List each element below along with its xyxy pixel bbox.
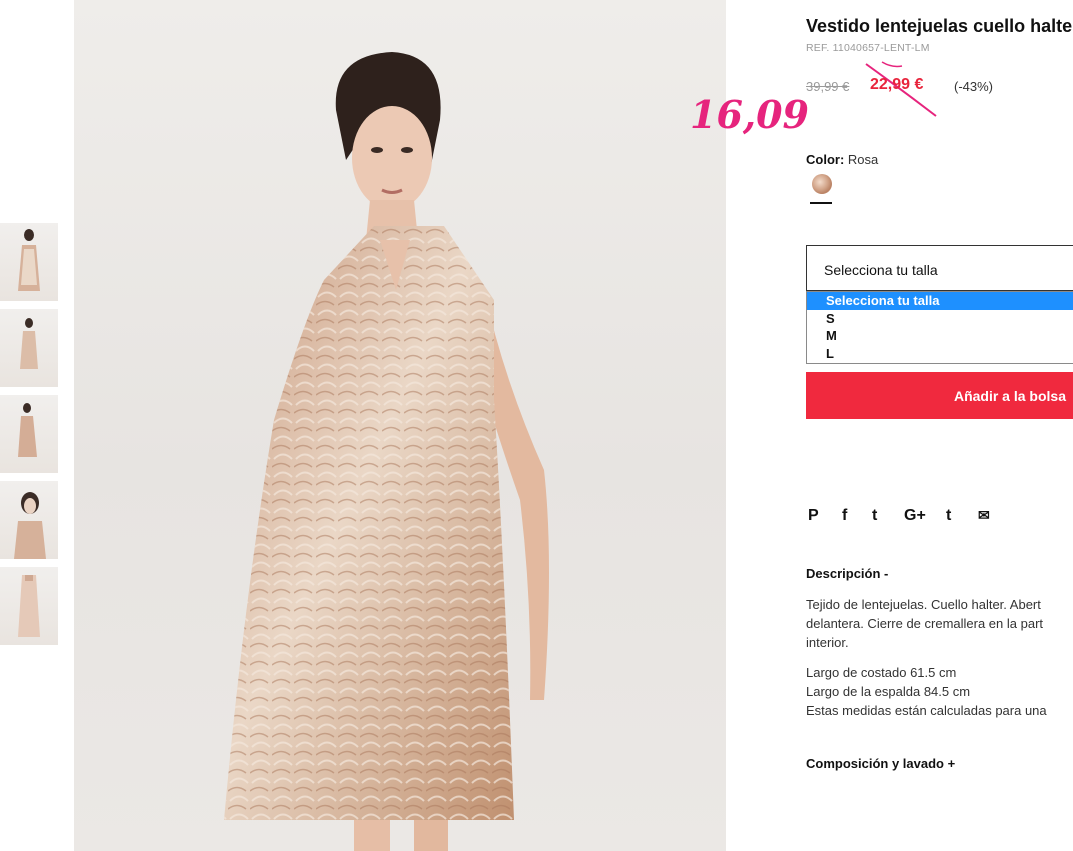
facebook-icon[interactable]: f — [842, 507, 847, 525]
product-main-image — [74, 0, 726, 851]
size-select-value: Selecciona tu talla — [824, 262, 938, 278]
description-line-1: Tejido de lentejuelas. Cuello halter. Ab… — [806, 597, 1041, 612]
discount-badge: (-43%) — [954, 79, 994, 94]
thumbnail-3[interactable] — [0, 395, 58, 473]
google-plus-icon[interactable]: G+ — [904, 507, 926, 525]
description-line-5: Largo de la espalda 84.5 cm — [806, 684, 971, 699]
composition-heading[interactable]: Composición y lavado + — [806, 756, 955, 771]
description-line-3: interior. — [806, 635, 849, 650]
thumbnail-5[interactable] — [0, 567, 58, 645]
color-swatch-rosa[interactable] — [812, 174, 832, 194]
selected-swatch-indicator — [810, 202, 832, 204]
original-price: 39,99 € — [806, 79, 850, 94]
email-icon[interactable]: ✉ — [978, 507, 990, 524]
product-ref: REF. 11040657-LENT-LM — [806, 42, 930, 54]
pinterest-icon[interactable]: P — [808, 507, 819, 525]
thumbnail-2[interactable] — [0, 309, 58, 387]
description-line-4: Largo de costado 61.5 cm — [806, 665, 957, 680]
description-line-2: delantera. Cierre de cremallera en la pa… — [806, 616, 1044, 631]
description-line-6: Estas medidas están calculadas para una — [806, 703, 1047, 718]
thumbnail-list — [0, 223, 58, 653]
size-option-placeholder[interactable]: Selecciona tu talla — [807, 292, 1073, 310]
tumblr-icon[interactable]: t — [946, 507, 951, 525]
description-heading[interactable]: Descripción - — [806, 566, 888, 581]
thumbnail-4[interactable] — [0, 481, 58, 559]
size-option-m[interactable]: M — [807, 327, 1073, 345]
product-info-panel: Vestido lentejuelas cuello halter REF. 1… — [806, 0, 1073, 851]
add-to-bag-button[interactable]: Añadir a la bolsa — [806, 372, 1073, 419]
size-option-l[interactable]: L — [807, 345, 1073, 363]
thumbnail-1[interactable] — [0, 223, 58, 301]
size-option-s[interactable]: S — [807, 310, 1073, 328]
color-label: Color: Rosa — [806, 152, 878, 167]
size-dropdown-list: Selecciona tu talla S M L — [806, 291, 1073, 364]
size-select[interactable]: Selecciona tu talla — [806, 245, 1073, 291]
color-label-title: Color: — [806, 152, 845, 167]
sale-price: 22,99 € — [870, 76, 924, 93]
product-title: Vestido lentejuelas cuello halter — [806, 16, 1073, 36]
twitter-icon[interactable]: t — [872, 507, 877, 525]
color-value: Rosa — [847, 152, 879, 167]
handwritten-price-annotation: 16,09 — [690, 92, 809, 137]
